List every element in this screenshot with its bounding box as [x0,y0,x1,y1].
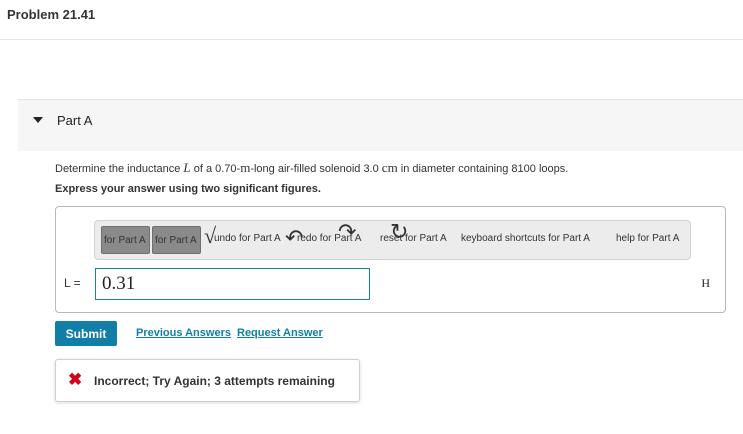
answer-box: for Part A for Part A √ undo for Part A … [55,206,726,313]
redo-icon: ↷ [338,219,357,244]
undo-button[interactable]: undo for Part A [214,233,281,244]
answer-variable-label: L = [64,276,81,290]
question-text: Determine the inductance L of a 0.70-m-l… [55,160,569,175]
reset-icon: ↻ [390,219,409,244]
help-button[interactable]: help for Part A [616,233,679,244]
instruction-text: Express your answer using two significan… [55,183,321,195]
feedback-text: Incorrect; Try Again; 3 attempts remaini… [94,374,335,388]
part-a-header[interactable]: Part A [18,99,743,151]
math-toolbar: for Part A for Part A √ undo for Part A … [94,220,691,260]
part-label: Part A [57,113,93,128]
feedback-box: ✖ Incorrect; Try Again; 3 attempts remai… [55,359,360,402]
caret-down-icon[interactable] [33,117,43,123]
incorrect-x-icon: ✖ [68,370,83,389]
inductance-variable: L [183,160,191,175]
templates-button-label: for Part A [104,235,146,246]
previous-answers-link[interactable]: Previous Answers [136,327,231,339]
symbols-button[interactable]: for Part A [152,226,201,254]
unit-meter: m [240,160,251,175]
templates-button[interactable]: for Part A [101,226,150,254]
keyboard-shortcuts-button[interactable]: keyboard shortcuts for Part A [461,233,590,244]
answer-unit: H [701,276,710,290]
request-answer-link[interactable]: Request Answer [237,327,323,339]
submit-button[interactable]: Submit [55,321,117,346]
symbols-button-label: for Part A [155,235,197,246]
header-divider [0,39,743,40]
unit-centimeter: cm [381,160,398,175]
problem-title: Problem 21.41 [7,7,96,22]
answer-input[interactable] [95,268,370,300]
